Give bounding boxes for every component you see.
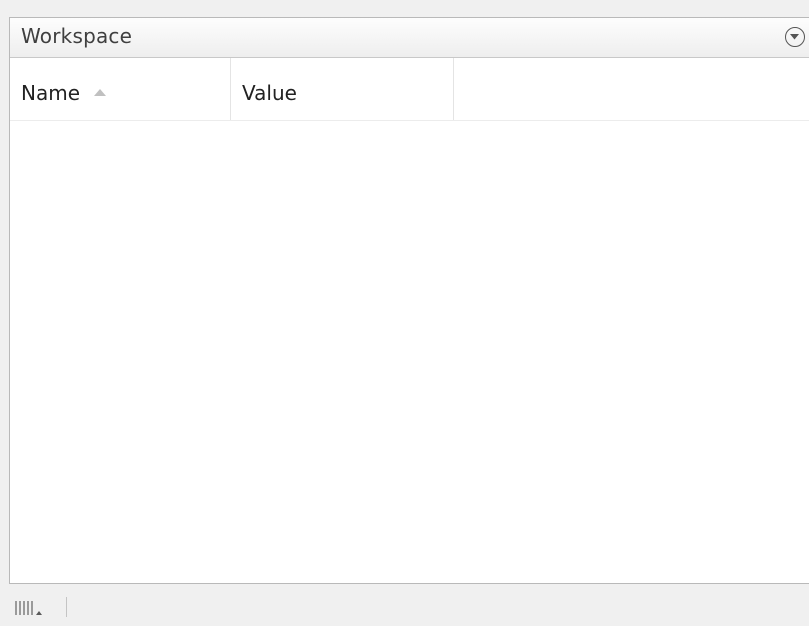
columns-icon <box>15 601 42 615</box>
column-header-value[interactable]: Value <box>231 58 454 120</box>
table-body[interactable] <box>10 121 809 583</box>
status-bar <box>0 585 809 626</box>
column-header-label: Name <box>21 81 81 105</box>
sort-ascending-icon <box>94 89 106 96</box>
column-chooser-button[interactable] <box>15 599 65 617</box>
column-header-name[interactable]: Name <box>10 58 231 120</box>
panel-titlebar: Workspace <box>10 18 809 58</box>
panel-menu-button[interactable] <box>785 27 805 47</box>
panel-title: Workspace <box>21 24 133 48</box>
caret-up-icon <box>36 611 42 615</box>
workspace-window: Workspace Name Value <box>0 0 809 626</box>
chevron-down-icon <box>790 34 799 40</box>
table-header: Name Value <box>10 58 809 121</box>
column-header-label: Value <box>242 81 297 105</box>
workspace-panel: Workspace Name Value <box>9 17 809 584</box>
status-divider <box>66 597 67 617</box>
